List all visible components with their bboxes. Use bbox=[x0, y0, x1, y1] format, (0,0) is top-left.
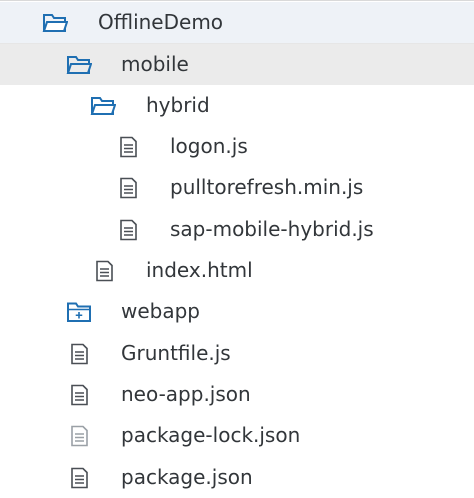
file-icon bbox=[96, 260, 113, 282]
tree-item-label: Gruntfile.js bbox=[121, 341, 231, 365]
tree-item-mobile[interactable]: mobile bbox=[0, 44, 474, 85]
tree-item-label: package.json bbox=[121, 465, 253, 489]
tree-item-package-lock-json[interactable]: package-lock.json bbox=[0, 415, 474, 456]
tree-item-label: package-lock.json bbox=[121, 423, 301, 447]
file-icon bbox=[71, 425, 88, 447]
tree-item-label: mobile bbox=[121, 52, 189, 76]
file-icon bbox=[71, 384, 88, 406]
tree-item-logon-js[interactable]: logon.js bbox=[0, 126, 474, 167]
tree-item-sap-mobile-hybrid-js[interactable]: sap-mobile-hybrid.js bbox=[0, 209, 474, 250]
tree-item-label: neo-app.json bbox=[121, 382, 251, 406]
tree-item-label: logon.js bbox=[170, 134, 248, 158]
tree-item-label: hybrid bbox=[146, 93, 210, 117]
tree-item-hybrid[interactable]: hybrid bbox=[0, 85, 474, 126]
file-icon bbox=[120, 136, 137, 158]
file-icon bbox=[71, 467, 88, 489]
folder-open-icon bbox=[66, 56, 92, 74]
tree-item-label: pulltorefresh.min.js bbox=[170, 175, 364, 199]
tree-item-package-json[interactable]: package.json bbox=[0, 457, 474, 498]
tree-item-index-html[interactable]: index.html bbox=[0, 250, 474, 291]
file-tree: OfflineDemo mobile hybrid logon.js pullt… bbox=[0, 0, 474, 498]
folder-add-icon bbox=[67, 302, 91, 322]
tree-item-label: sap-mobile-hybrid.js bbox=[170, 217, 374, 241]
tree-item-gruntfile-js[interactable]: Gruntfile.js bbox=[0, 333, 474, 374]
folder-open-icon bbox=[90, 97, 116, 115]
tree-item-label: OfflineDemo bbox=[98, 10, 224, 34]
file-icon bbox=[120, 177, 137, 199]
tree-item-offlinedemo[interactable]: OfflineDemo bbox=[0, 2, 474, 44]
file-icon bbox=[120, 219, 137, 241]
tree-item-webapp[interactable]: webapp bbox=[0, 291, 474, 332]
tree-item-neo-app-json[interactable]: neo-app.json bbox=[0, 374, 474, 415]
tree-item-pulltorefresh-min-js[interactable]: pulltorefresh.min.js bbox=[0, 167, 474, 208]
tree-item-label: index.html bbox=[146, 258, 253, 282]
file-icon bbox=[71, 343, 88, 365]
folder-open-icon bbox=[42, 14, 68, 32]
tree-item-label: webapp bbox=[121, 299, 201, 323]
